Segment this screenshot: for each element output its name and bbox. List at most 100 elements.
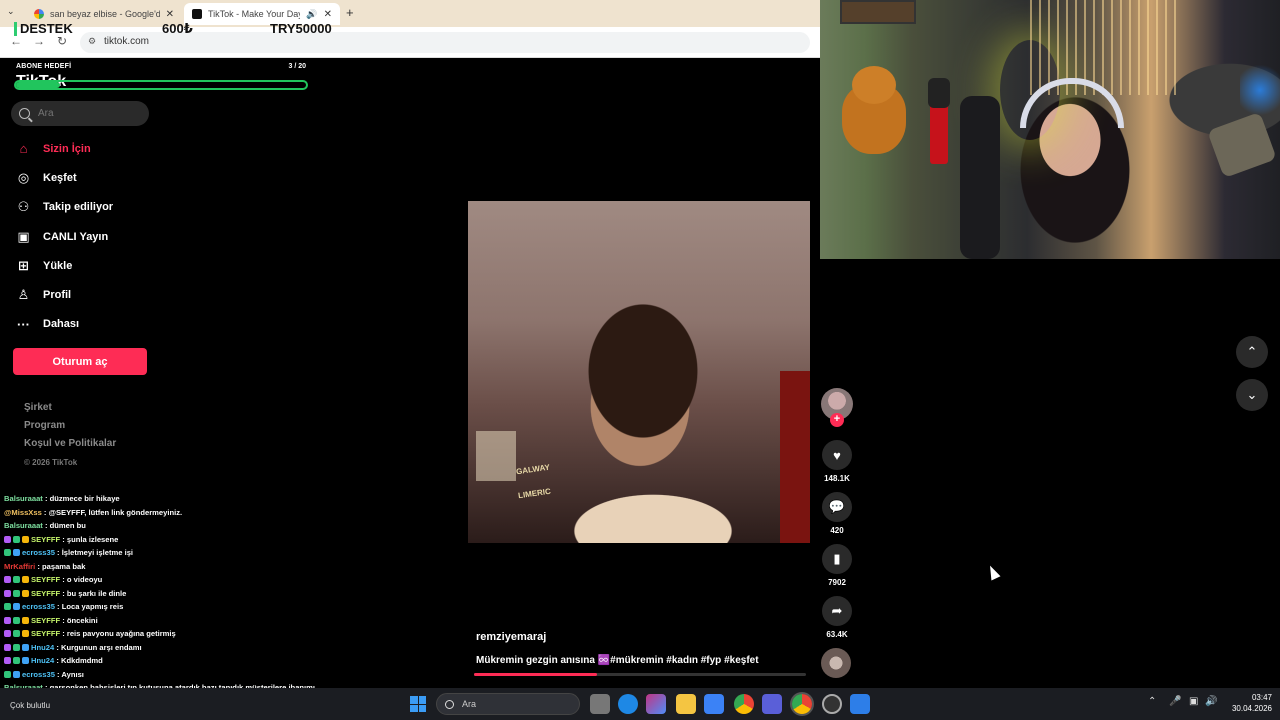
sidebar-item-label: Keşfet — [43, 171, 77, 184]
comment-icon[interactable]: 💬 — [822, 492, 852, 522]
login-button[interactable]: Oturum aç — [13, 348, 147, 375]
chat-separator: : — [41, 507, 49, 517]
task-view-icon[interactable] — [590, 694, 610, 714]
bookmark-icon[interactable]: ▮ — [822, 544, 852, 574]
creator-avatar[interactable]: + — [821, 388, 853, 427]
compass-icon: ◎ — [17, 169, 30, 185]
user-follow-icon: ⚇ — [17, 199, 30, 215]
chat-username[interactable]: SEYFFF — [31, 589, 60, 598]
microphone-icon[interactable]: 🎤 — [1169, 696, 1181, 707]
video-caption: Mükremin gezgin anısına ♾️#mükremin #kad… — [476, 655, 759, 666]
screen: ⌄ san beyaz elbise - Google'da Ara ✕ Tik… — [0, 0, 1280, 720]
chevron-up-icon[interactable]: ⌃ — [1236, 336, 1268, 368]
action-rail: + ♥ 148.1K 💬 420 ▮ 7902 ➦ 63.4K — [821, 388, 853, 678]
comment-action[interactable]: 💬 420 — [821, 492, 853, 535]
copilot-icon[interactable] — [646, 694, 666, 714]
chat-username[interactable]: Balsuraaat — [4, 494, 43, 503]
close-tab-icon[interactable]: ✕ — [166, 9, 174, 20]
chat-username[interactable]: @MissXss — [4, 508, 42, 517]
volume-icon[interactable]: 🔊 — [1205, 696, 1217, 707]
video-sign-text: GALWAY — [515, 462, 551, 477]
chat-username[interactable]: SEYFFF — [31, 535, 60, 544]
system-clock[interactable]: 03:47 30.04.2026 — [1222, 692, 1272, 714]
chat-username[interactable]: ecross35 — [22, 670, 55, 679]
chat-text: şunla izlesene — [66, 534, 119, 544]
tab-search-chevron-icon[interactable]: ⌄ — [7, 6, 15, 17]
chrome-active-icon[interactable] — [792, 694, 812, 714]
obs-icon[interactable] — [822, 694, 842, 714]
follow-plus-icon[interactable]: + — [830, 413, 844, 427]
subscriber-goal-overlay: ABONE HEDEFİ 3 / 20 — [14, 62, 308, 90]
photos-icon[interactable] — [850, 694, 870, 714]
chat-username[interactable]: SEYFFF — [31, 575, 60, 584]
donation-amount: 600₺ — [162, 21, 193, 36]
share-action[interactable]: ➦ 63.4K — [821, 596, 853, 639]
chat-badge-icon — [13, 603, 20, 610]
windows-start-icon[interactable] — [410, 696, 426, 712]
chat-username[interactable]: SEYFFF — [31, 629, 60, 638]
sub-goal-fill — [16, 82, 60, 88]
file-explorer-icon[interactable] — [676, 694, 696, 714]
chat-username[interactable]: ecross35 — [22, 548, 55, 557]
sidebar-item-0[interactable]: ⌂ Sizin İçin — [0, 134, 160, 163]
share-arrow-icon[interactable]: ➦ — [822, 596, 852, 626]
chrome-icon[interactable] — [734, 694, 754, 714]
chat-separator: : — [60, 534, 67, 544]
sidebar-item-6[interactable]: ··· Dahası — [0, 310, 160, 339]
chat-username[interactable]: SEYFFF — [31, 616, 60, 625]
footer-link-company[interactable]: Şirket — [24, 402, 116, 420]
chat-username[interactable]: MrKaffiri — [4, 562, 35, 571]
more-dots-icon: ··· — [17, 316, 30, 332]
donation-goal: TRY50000 — [270, 21, 332, 36]
sidebar-item-5[interactable]: ♙ Profil — [0, 280, 160, 309]
sidebar-item-1[interactable]: ◎ Keşfet — [0, 163, 160, 192]
video-progress-bar[interactable] — [474, 673, 806, 676]
chat-badge-icon — [4, 616, 11, 624]
chevron-down-icon[interactable]: ⌄ — [1236, 379, 1268, 411]
edge-browser-icon[interactable] — [618, 694, 638, 714]
chat-message: SEYFFF : bu şarkı ile dinle — [0, 587, 320, 601]
network-icon[interactable]: ▣ — [1189, 696, 1198, 707]
footer-link-program[interactable]: Program — [24, 420, 116, 438]
music-disc[interactable] — [821, 648, 851, 678]
search-input[interactable] — [38, 108, 138, 119]
weather-status[interactable]: Çok bulutlu — [10, 701, 50, 710]
sidebar-item-3[interactable]: ▣ CANLI Yayın — [0, 222, 160, 251]
chat-badge-icon — [13, 549, 20, 556]
blue-light — [1240, 60, 1280, 120]
share-count: 63.4K — [826, 630, 848, 639]
sidebar-item-label: Takip ediliyor — [43, 201, 114, 214]
close-tab-icon[interactable]: ✕ — [324, 9, 332, 20]
chat-message: Balsuraaat : düzmece bir hikaye — [0, 492, 320, 506]
chat-message: SEYFFF : o videoyu — [0, 573, 320, 587]
upload-plus-icon: ⊞ — [18, 257, 29, 273]
chat-username[interactable]: Hnu24 — [31, 643, 54, 652]
speaker-icon[interactable]: 🔊 — [306, 9, 317, 20]
chat-username[interactable]: ecross35 — [22, 602, 55, 611]
sidebar-item-4[interactable]: ⊞ Yükle — [0, 251, 160, 280]
save-action[interactable]: ▮ 7902 — [821, 544, 853, 587]
taskbar-search[interactable]: Ara — [436, 693, 580, 715]
chat-text: o videoyu — [66, 575, 103, 584]
heart-icon[interactable]: ♥ — [822, 440, 852, 470]
video-player[interactable]: GALWAY LIMERIC — [468, 201, 810, 543]
profile-icon: ♙ — [17, 287, 30, 303]
home-icon: ⌂ — [19, 141, 28, 157]
chat-badge-icon — [4, 535, 11, 543]
microsoft-store-icon[interactable] — [704, 694, 724, 714]
like-action[interactable]: ♥ 148.1K — [821, 440, 853, 483]
sidebar-item-2[interactable]: ⚇ Takip ediliyor — [0, 193, 160, 222]
app-icon[interactable] — [762, 694, 782, 714]
chat-username[interactable]: Hnu24 — [31, 656, 54, 665]
footer-link-terms[interactable]: Koşul ve Politikalar — [24, 438, 116, 456]
tiktok-search[interactable] — [11, 101, 149, 126]
tray-chevron-icon[interactable]: ⌃ — [1148, 696, 1156, 707]
chair — [960, 96, 1000, 259]
new-tab-plus-icon[interactable]: + — [346, 5, 354, 20]
chat-username[interactable]: Balsuraaat — [4, 521, 43, 530]
webcam-feed — [820, 0, 1280, 259]
tiktok-favicon-icon — [192, 9, 202, 19]
chat-text: dümen bu — [49, 521, 86, 530]
chat-message: @MissXss : @SEYFFF, lütfen link gönderme… — [0, 506, 320, 520]
video-author[interactable]: remziyemaraj — [476, 631, 546, 643]
